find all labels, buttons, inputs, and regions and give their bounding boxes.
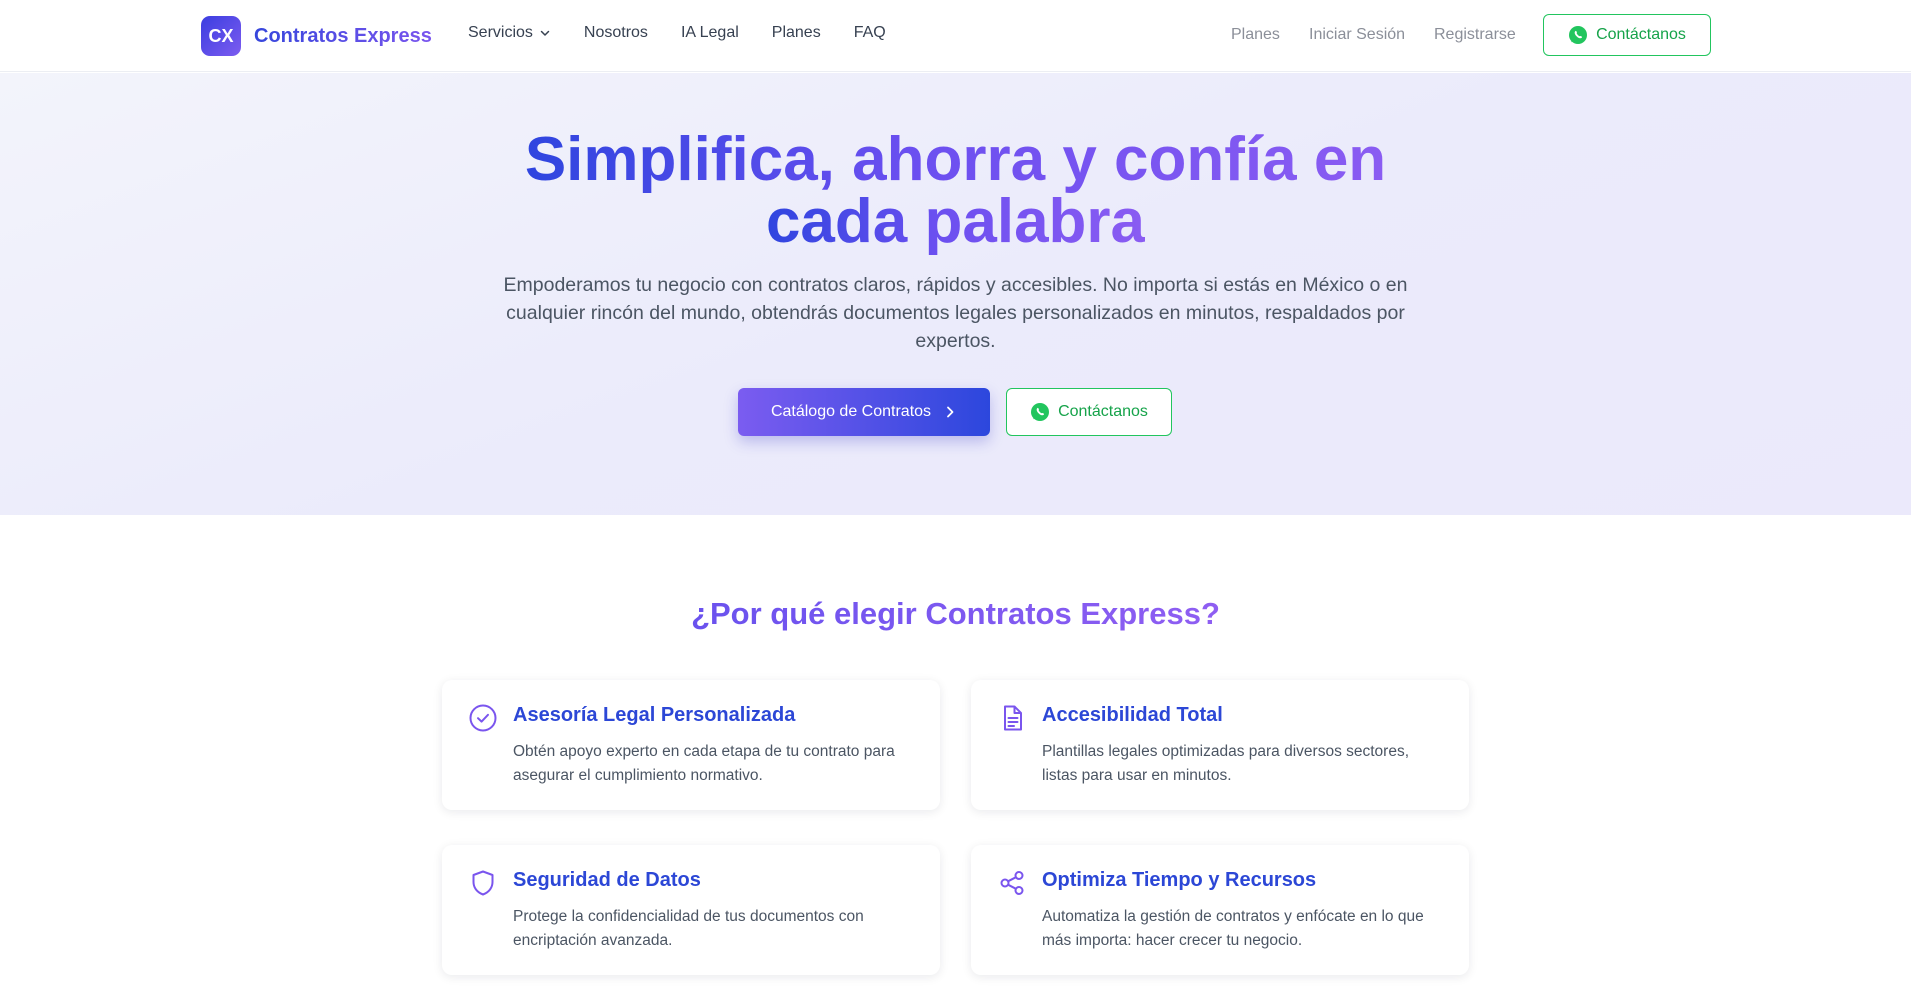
login-link[interactable]: Iniciar Sesión <box>1309 26 1405 44</box>
feature-description: Protege la confidencialidad de tus docum… <box>513 908 864 949</box>
top-navbar: CX Contratos Express Servicios Nosotros … <box>0 0 1911 72</box>
feature-description: Plantillas legales optimizadas para dive… <box>1042 743 1410 784</box>
nav-item-planes[interactable]: Planes <box>772 24 821 42</box>
logo-name: Contratos Express <box>254 24 432 47</box>
nav-item-label: Servicios <box>468 24 533 41</box>
nav-item-servicios[interactable]: Servicios <box>468 24 551 42</box>
planes-link[interactable]: Planes <box>1231 26 1280 44</box>
register-link[interactable]: Registrarse <box>1434 26 1516 44</box>
features-title: ¿Por qué elegir Contratos Express? <box>0 596 1911 632</box>
nav-item-faq[interactable]: FAQ <box>854 24 886 42</box>
feature-description: Automatiza la gestión de contratos y enf… <box>1042 908 1424 949</box>
contact-button-header[interactable]: Contáctanos <box>1543 14 1711 56</box>
feature-card-optimiza: Optimiza Tiempo y Recursos Automatiza la… <box>971 845 1469 975</box>
feature-title: Asesoría Legal Personalizada <box>513 704 796 726</box>
catalog-button[interactable]: Catálogo de Contratos <box>738 388 990 436</box>
hero-title: Simplifica, ahorra y confía en cada pala… <box>0 129 1911 253</box>
catalog-button-label: Catálogo de Contratos <box>770 403 932 420</box>
feature-title: Accesibilidad Total <box>1042 704 1223 726</box>
share-icon <box>996 867 1028 899</box>
check-circle-icon <box>467 702 499 734</box>
nav-item-ia-legal[interactable]: IA Legal <box>681 24 739 42</box>
features-title-text: ¿Por qué elegir Contratos Express? <box>691 596 1220 631</box>
whatsapp-icon <box>1568 25 1588 45</box>
contact-button-label: Contáctanos <box>1058 403 1148 420</box>
hero-section: Simplifica, ahorra y confía en cada pala… <box>0 73 1911 515</box>
document-icon <box>996 702 1028 734</box>
contact-button-label: Contáctanos <box>1596 26 1686 43</box>
feature-description: Obtén apoyo experto en cada etapa de tu … <box>513 743 895 784</box>
shield-icon <box>467 867 499 899</box>
hero-title-line2: cada palabra <box>765 187 1146 256</box>
feature-title: Seguridad de Datos <box>513 869 701 891</box>
main-nav: Servicios Nosotros IA Legal Planes FAQ <box>468 24 919 42</box>
feature-card-accesibilidad: Accesibilidad Total Plantillas legales o… <box>971 680 1469 810</box>
chevron-down-icon <box>539 27 551 39</box>
contact-button-hero[interactable]: Contáctanos <box>1006 388 1172 436</box>
feature-title: Optimiza Tiempo y Recursos <box>1042 869 1317 891</box>
hero-title-line1: Simplifica, ahorra y confía en <box>524 125 1387 194</box>
feature-card-asesoria: Asesoría Legal Personalizada Obtén apoyo… <box>442 680 940 810</box>
chevron-right-icon <box>943 405 957 419</box>
feature-card-seguridad: Seguridad de Datos Protege la confidenci… <box>442 845 940 975</box>
logo-badge: CX <box>201 16 241 56</box>
hero-subtitle: Empoderamos tu negocio con contratos cla… <box>503 274 1408 352</box>
whatsapp-icon <box>1030 402 1050 422</box>
nav-item-nosotros[interactable]: Nosotros <box>584 24 648 42</box>
brand-logo[interactable]: CX Contratos Express <box>201 16 432 56</box>
